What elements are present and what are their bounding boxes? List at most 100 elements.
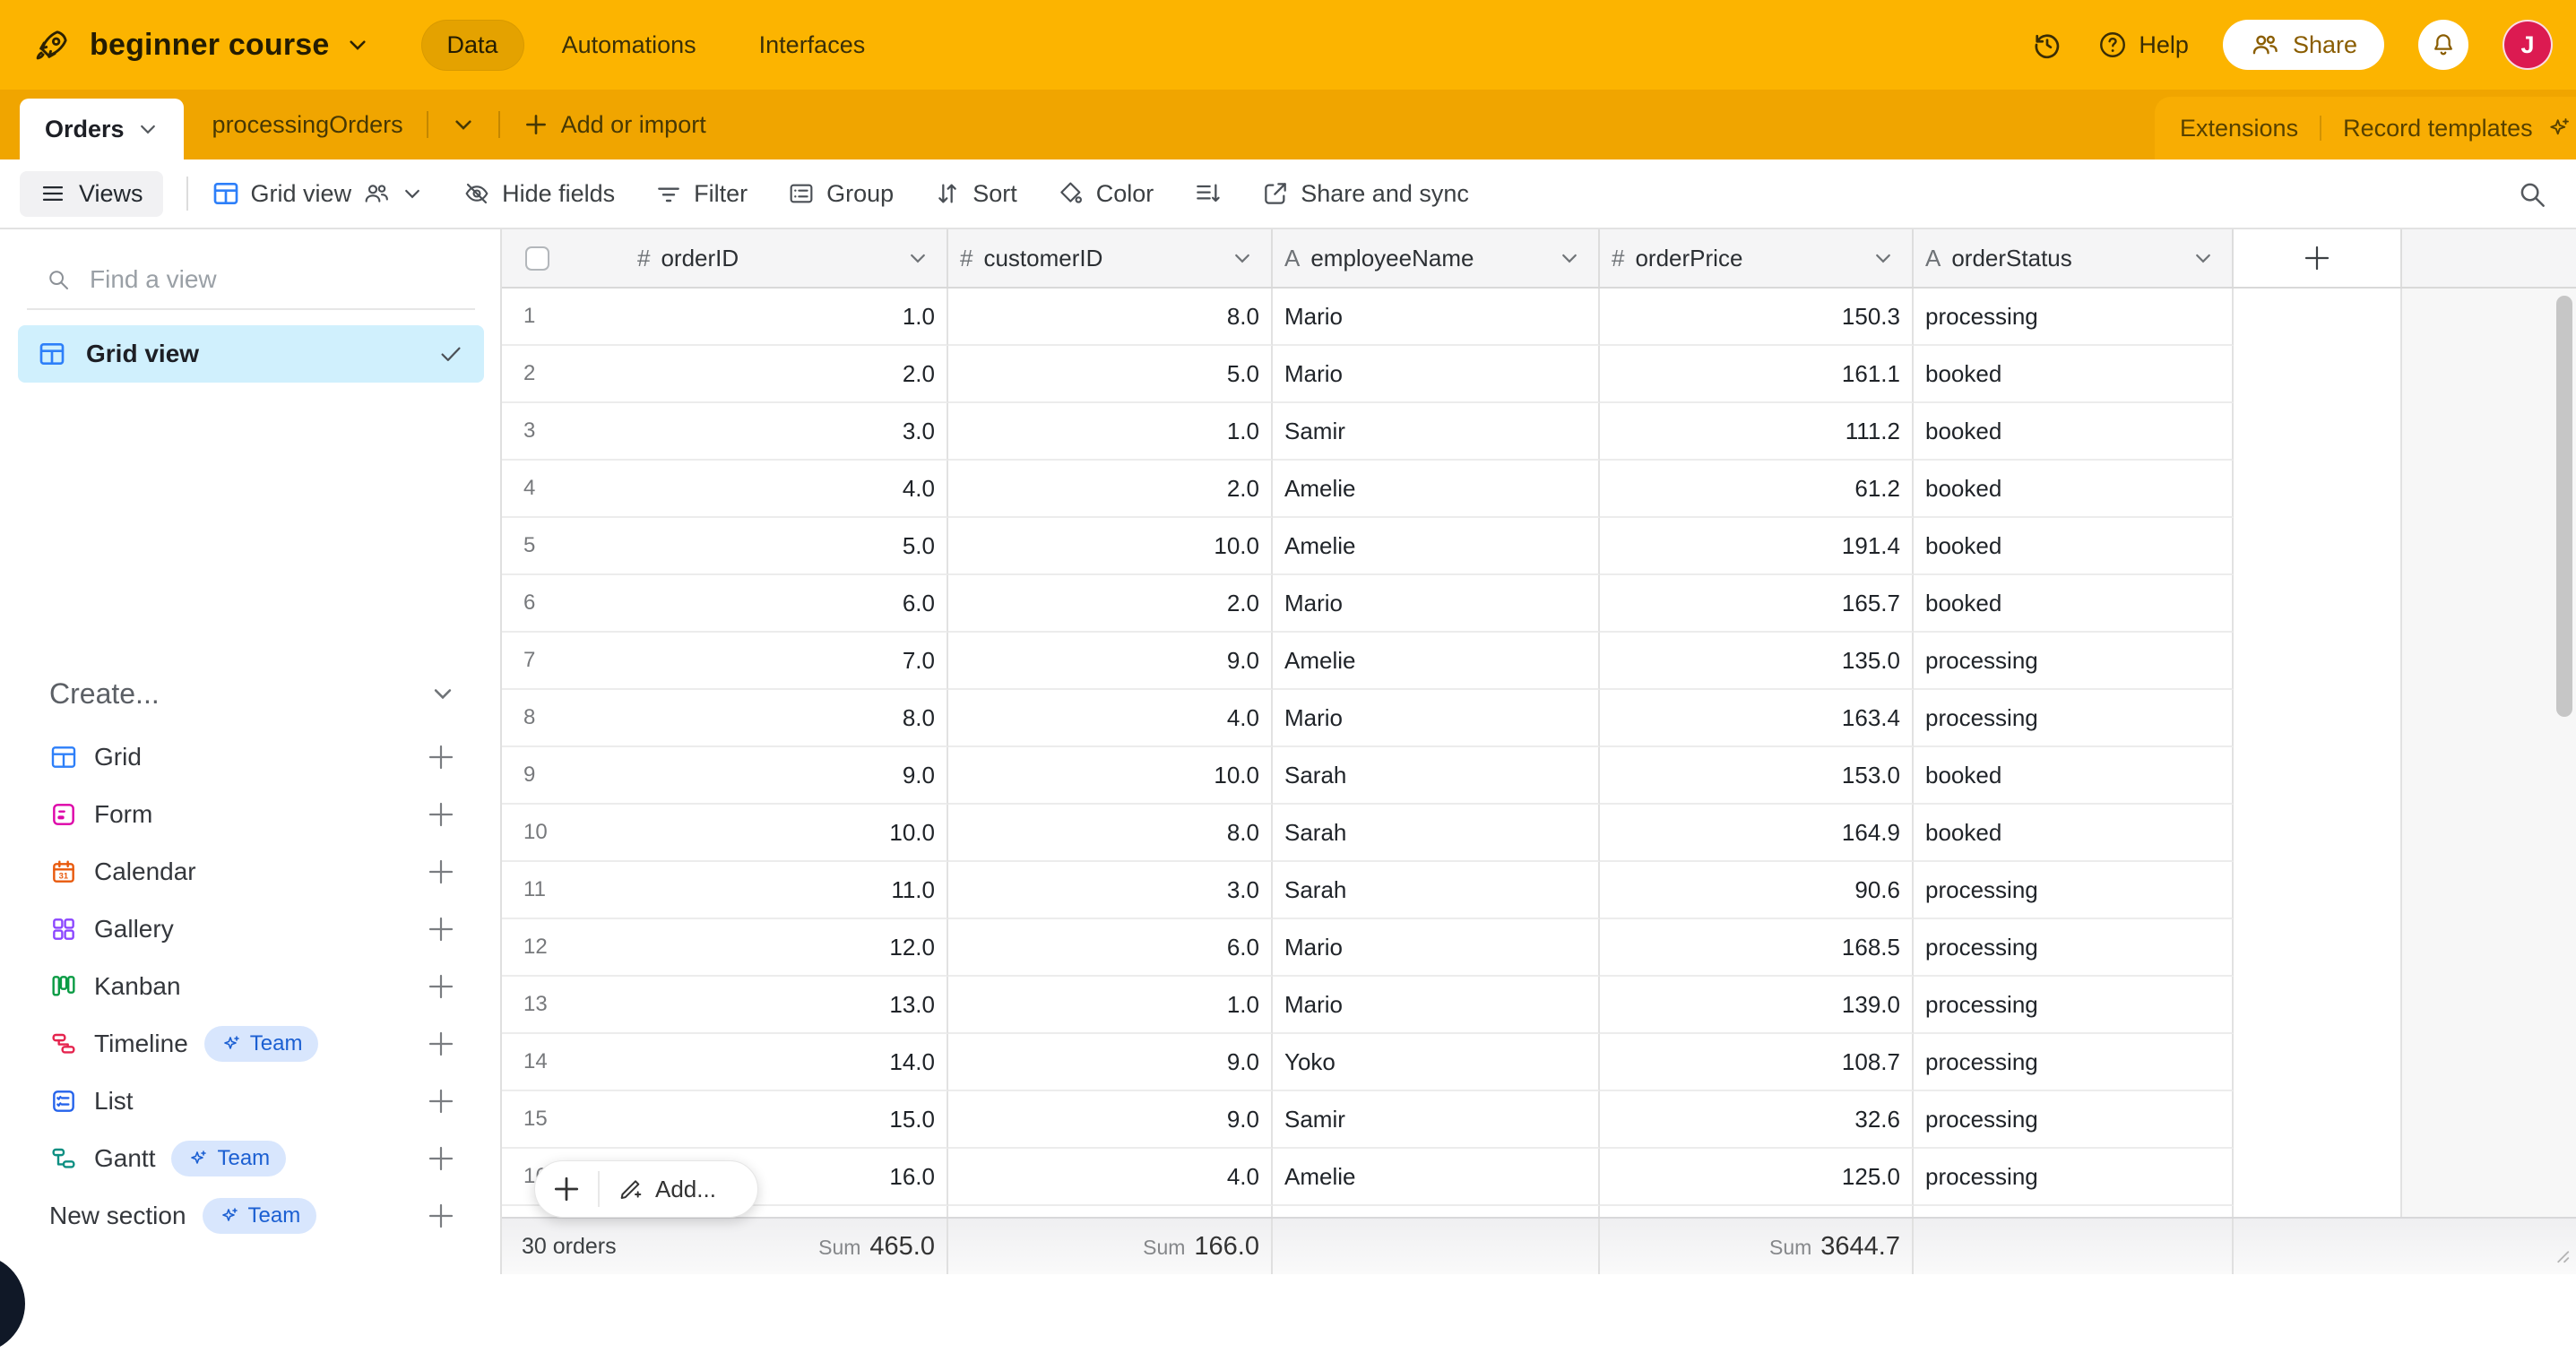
cell-orderStatus[interactable]: processing — [1914, 1091, 2234, 1149]
table-row[interactable]: 1616.04.0Amelie125.0processing — [502, 1149, 2234, 1206]
cell-orderStatus[interactable]: processing — [1914, 289, 2234, 346]
cell-orderStatus[interactable]: booked — [1914, 805, 2234, 862]
nav-tab-interfaces[interactable]: Interfaces — [734, 21, 891, 70]
cell-orderPrice[interactable]: 111.2 — [1600, 403, 1914, 461]
column-header-employeeName[interactable]: AemployeeName — [1273, 229, 1600, 287]
cell-customerID[interactable]: 10.0 — [948, 747, 1273, 805]
cell-orderStatus[interactable]: booked — [1914, 403, 2234, 461]
add-view-button[interactable] — [427, 915, 455, 944]
notifications-button[interactable] — [2418, 20, 2468, 70]
rocket-logo-icon[interactable] — [32, 24, 73, 65]
summary-cell-orderStatus[interactable] — [1914, 1219, 2234, 1274]
column-header-orderPrice[interactable]: #orderPrice — [1600, 229, 1914, 287]
table-row[interactable]: 1111.03.0Sarah90.6processing — [502, 862, 2234, 919]
table-row[interactable]: 33.01.0Samir111.2booked — [502, 403, 2234, 461]
cell-orderPrice[interactable]: 168.5 — [1600, 919, 1914, 977]
sort-button[interactable]: Sort — [933, 179, 1017, 208]
cell-customerID[interactable]: 5.0 — [948, 346, 1273, 403]
cell-orderPrice[interactable]: 125.0 — [1600, 1149, 1914, 1206]
cell-orderID[interactable]: 15.0 — [626, 1091, 948, 1149]
cell-orderID[interactable]: 1.0 — [626, 289, 948, 346]
table-row[interactable]: 77.09.0Amelie135.0processing — [502, 633, 2234, 690]
table-row[interactable]: 1414.09.0Yoko108.7processing — [502, 1034, 2234, 1091]
add-view-button[interactable] — [427, 972, 455, 1001]
cell-orderID[interactable]: 6.0 — [626, 575, 948, 633]
cell-orderStatus[interactable]: processing — [1914, 919, 2234, 977]
row-number[interactable]: 8 — [502, 690, 626, 747]
table-row[interactable]: 55.010.0Amelie191.4booked — [502, 518, 2234, 575]
cell-employeeName[interactable]: Mario — [1273, 919, 1600, 977]
grid-view-button[interactable]: Grid view — [212, 179, 424, 208]
search-icon[interactable] — [2515, 177, 2549, 216]
row-number[interactable]: 5 — [502, 518, 626, 575]
table-row[interactable]: 22.05.0Mario161.1booked — [502, 346, 2234, 403]
add-view-button[interactable] — [427, 1087, 455, 1116]
extensions-button[interactable]: Extensions — [2180, 115, 2298, 142]
cell-orderID[interactable]: 10.0 — [626, 805, 948, 862]
column-header-orderStatus[interactable]: AorderStatus — [1914, 229, 2234, 287]
cell-customerID[interactable]: 8.0 — [948, 805, 1273, 862]
cell-customerID[interactable]: 4.0 — [948, 1149, 1273, 1206]
add-view-button[interactable] — [427, 800, 455, 829]
add-field-button[interactable] — [2234, 229, 2402, 287]
cell-orderPrice[interactable]: 61.2 — [1600, 461, 1914, 518]
sidebar-create-item-form[interactable]: Form — [0, 786, 502, 843]
tab-orders[interactable]: Orders — [20, 99, 184, 159]
nav-tab-automations[interactable]: Automations — [537, 21, 722, 70]
cell-orderPrice[interactable]: 32.6 — [1600, 1091, 1914, 1149]
group-button[interactable]: Group — [787, 179, 894, 208]
select-all-checkbox[interactable] — [525, 246, 549, 271]
app-title[interactable]: beginner course — [90, 28, 330, 63]
cell-orderID[interactable]: 3.0 — [626, 403, 948, 461]
cell-orderPrice[interactable]: 139.0 — [1600, 977, 1914, 1034]
table-row[interactable]: 1313.01.0Mario139.0processing — [502, 977, 2234, 1034]
cell-orderStatus[interactable]: processing — [1914, 977, 2234, 1034]
cell-employeeName[interactable]: Sarah — [1273, 862, 1600, 919]
cell-orderStatus[interactable]: processing — [1914, 690, 2234, 747]
cell-employeeName[interactable]: Mario — [1273, 977, 1600, 1034]
sidebar-create-item-grid[interactable]: Grid — [0, 728, 502, 786]
table-row[interactable]: 1010.08.0Sarah164.9booked — [502, 805, 2234, 862]
row-number[interactable]: 7 — [502, 633, 626, 690]
table-row[interactable]: 1515.09.0Samir32.6processing — [502, 1091, 2234, 1149]
vertical-scrollbar-thumb[interactable] — [2556, 296, 2572, 717]
cell-orderID[interactable]: 14.0 — [626, 1034, 948, 1091]
cell-employeeName[interactable]: Samir — [1273, 1091, 1600, 1149]
cell-orderPrice[interactable]: 164.9 — [1600, 805, 1914, 862]
cell-orderPrice[interactable]: 161.1 — [1600, 346, 1914, 403]
row-number[interactable]: 2 — [502, 346, 626, 403]
row-number[interactable]: 14 — [502, 1034, 626, 1091]
cell-orderID[interactable]: 9.0 — [626, 747, 948, 805]
sidebar-create-item-new-section[interactable]: New sectionTeam — [0, 1187, 502, 1245]
cell-employeeName[interactable]: Samir — [1273, 403, 1600, 461]
cell-orderPrice[interactable]: 191.4 — [1600, 518, 1914, 575]
sidebar-view-grid-view[interactable]: Grid view — [18, 325, 484, 383]
cell-employeeName[interactable]: Mario — [1273, 690, 1600, 747]
row-number[interactable]: 1 — [502, 289, 626, 346]
cell-customerID[interactable]: 9.0 — [948, 633, 1273, 690]
ai-add-record-button[interactable]: Add... — [600, 1175, 716, 1203]
table-row[interactable]: 66.02.0Mario165.7booked — [502, 575, 2234, 633]
help-button[interactable]: Help — [2097, 30, 2189, 60]
app-title-chevron-down-icon[interactable] — [346, 29, 378, 61]
cell-orderStatus[interactable]: processing — [1914, 1149, 2234, 1206]
create-section-header[interactable]: Create... — [0, 667, 502, 720]
cell-orderStatus[interactable]: booked — [1914, 575, 2234, 633]
sidebar-create-item-calendar[interactable]: 31Calendar — [0, 843, 502, 901]
cell-orderStatus[interactable]: processing — [1914, 1034, 2234, 1091]
cell-orderID[interactable]: 2.0 — [626, 346, 948, 403]
table-row[interactable]: 99.010.0Sarah153.0booked — [502, 747, 2234, 805]
row-number[interactable]: 11 — [502, 862, 626, 919]
row-number[interactable]: 4 — [502, 461, 626, 518]
cell-orderID[interactable]: 5.0 — [626, 518, 948, 575]
row-number[interactable]: 10 — [502, 805, 626, 862]
add-view-button[interactable] — [427, 857, 455, 886]
row-number[interactable]: 15 — [502, 1091, 626, 1149]
summary-cell-orderID[interactable]: Sum465.0 — [626, 1219, 948, 1274]
cell-orderStatus[interactable]: booked — [1914, 747, 2234, 805]
cell-orderStatus[interactable]: processing — [1914, 633, 2234, 690]
sidebar-create-item-list[interactable]: List — [0, 1073, 502, 1130]
sidebar-create-item-timeline[interactable]: TimelineTeam — [0, 1015, 502, 1073]
row-height-button[interactable] — [1193, 179, 1222, 208]
cell-orderPrice[interactable]: 150.3 — [1600, 289, 1914, 346]
